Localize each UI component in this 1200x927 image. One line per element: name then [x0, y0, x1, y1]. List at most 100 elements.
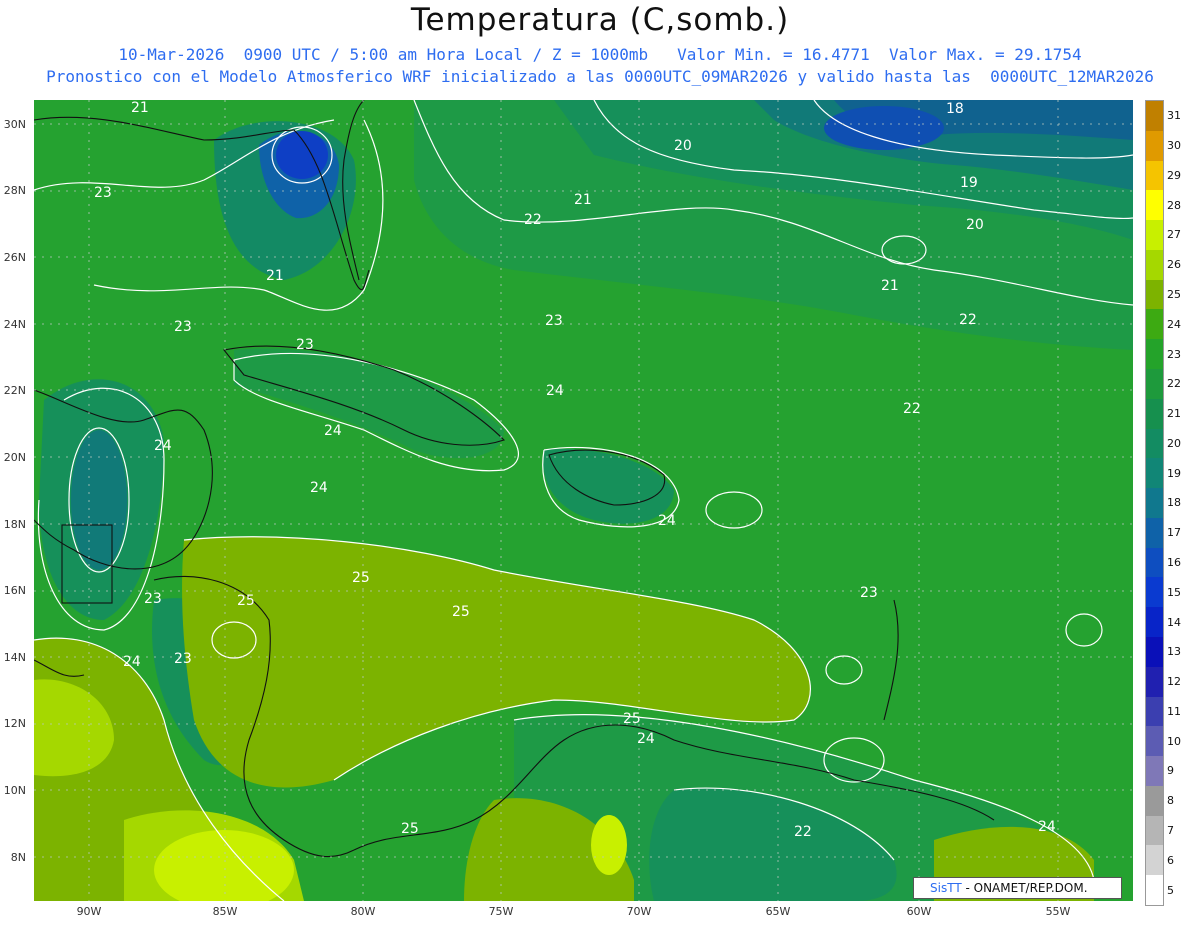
lat-label: 12N [3, 717, 26, 730]
colorbar-label: 22 [1167, 377, 1181, 391]
colorbar-swatch [1146, 130, 1163, 162]
contour-label: 24 [546, 383, 564, 399]
colorbar-label: 14 [1167, 615, 1181, 629]
colorbar-swatch [1146, 160, 1163, 191]
subtitle-model-info: Pronostico con el Modelo Atmosferico WRF… [46, 67, 1154, 86]
colorbar-swatch [1146, 547, 1163, 578]
contour-label: 24 [123, 654, 141, 670]
contour-label: 25 [452, 604, 470, 620]
colorbar-swatch [1146, 726, 1163, 757]
colorbar-label: 10 [1167, 734, 1181, 748]
colorbar-swatch [1146, 875, 1163, 906]
yucatan-cool-core [71, 430, 127, 570]
contour-label: 22 [524, 212, 542, 228]
contour-label: 23 [545, 313, 563, 329]
lon-label: 85W [212, 905, 238, 918]
cool-spot-atlantic [824, 106, 944, 150]
contour-label: 23 [174, 319, 192, 335]
contour-label: 25 [623, 711, 641, 727]
lat-label: 8N [10, 851, 26, 864]
colorbar-label: 19 [1167, 466, 1181, 480]
contour-label: 22 [903, 401, 921, 417]
colorbar-label: 25 [1167, 288, 1181, 302]
lat-label: 26N [3, 251, 26, 264]
contour-label: 24 [310, 480, 328, 496]
colorbar-label: 27 [1167, 228, 1181, 242]
lon-label: 55W [1045, 905, 1071, 918]
lon-label: 75W [488, 905, 514, 918]
lat-label: 28N [3, 184, 26, 197]
agency-badge: SisTT - ONAMET/REP.DOM. [913, 877, 1122, 899]
colorbar-swatch [1146, 637, 1163, 668]
colorbar-swatch [1146, 815, 1163, 846]
colorbar-swatch [1146, 428, 1163, 459]
colorbar-swatch [1146, 458, 1163, 489]
lat-label: 18N [3, 518, 26, 531]
colorbar-label: 30 [1167, 139, 1181, 153]
colorbar-swatch [1146, 785, 1163, 817]
colorbar-label: 13 [1167, 645, 1181, 659]
subtitle-valid-time: 10-Mar-2026 0900 UTC / 5:00 am Hora Loca… [118, 45, 1082, 64]
lat-label: 14N [3, 651, 26, 664]
contour-label: 23 [296, 337, 314, 353]
colorbar-swatch [1146, 488, 1163, 519]
temperature-map: 21 23 21 20 21 22 18 19 20 21 22 23 23 2… [34, 100, 1133, 901]
colorbar-swatch [1146, 190, 1163, 221]
lon-label: 90W [76, 905, 102, 918]
colorbar-label: 11 [1167, 704, 1181, 718]
colorbar-label: 28 [1167, 198, 1181, 212]
lon-label: 65W [765, 905, 791, 918]
contour-label: 24 [658, 513, 676, 529]
sispi-logo: SisTT [930, 881, 962, 895]
colorbar-label: 20 [1167, 436, 1181, 450]
colorbar-swatch [1146, 756, 1163, 787]
lon-label: 70W [626, 905, 652, 918]
colorbar-swatch [1146, 249, 1163, 281]
contour-label: 23 [860, 585, 878, 601]
contour-label: 21 [881, 278, 899, 294]
contour-label: 20 [966, 217, 984, 233]
colorbar-swatch [1146, 696, 1163, 727]
lat-label: 22N [3, 384, 26, 397]
contour-label: 25 [352, 570, 370, 586]
colorbar-label: 12 [1167, 675, 1181, 689]
colorbar-label: 17 [1167, 526, 1181, 540]
contour-label: 22 [959, 312, 977, 328]
colorbar-swatch [1146, 369, 1163, 400]
contour-label: 20 [674, 138, 692, 154]
colorbar-label: 8 [1167, 794, 1174, 808]
contour-label: 25 [237, 593, 255, 609]
colorbar-label: 16 [1167, 556, 1181, 570]
colombia-hot-spot [591, 815, 627, 875]
contour-label: 23 [174, 651, 192, 667]
lat-label: 30N [3, 118, 26, 131]
colorbar-label: 29 [1167, 168, 1181, 182]
contour-label: 21 [266, 268, 284, 284]
colorbar-label: 7 [1167, 824, 1174, 838]
colorbar-swatch [1146, 220, 1163, 251]
agency-text: - ONAMET/REP.DOM. [965, 881, 1088, 895]
colorbar-label: 21 [1167, 407, 1181, 421]
colorbar-swatch [1146, 309, 1163, 340]
colorbar-swatch [1146, 845, 1163, 876]
colorbar-label: 23 [1167, 347, 1181, 361]
lon-label: 60W [906, 905, 932, 918]
contour-label: 22 [794, 824, 812, 840]
contour-label: 24 [324, 423, 342, 439]
colorbar [1145, 100, 1164, 906]
contour-label: 24 [637, 731, 655, 747]
colorbar-label: 26 [1167, 258, 1181, 272]
chart-title: Temperatura (C,somb.) [410, 2, 790, 38]
contour-label: 25 [401, 821, 419, 837]
colorbar-swatch [1146, 517, 1163, 549]
lat-label: 20N [3, 451, 26, 464]
map-field-svg: 21 23 21 20 21 22 18 19 20 21 22 23 23 2… [34, 100, 1133, 901]
lon-label: 80W [350, 905, 376, 918]
contour-label: 24 [1038, 819, 1056, 835]
colorbar-swatch [1146, 398, 1163, 430]
colorbar-swatch [1146, 101, 1163, 132]
contour-label: 21 [574, 192, 592, 208]
contour-label: 18 [946, 101, 964, 117]
contour-label: 24 [154, 438, 172, 454]
contour-label: 23 [144, 591, 162, 607]
